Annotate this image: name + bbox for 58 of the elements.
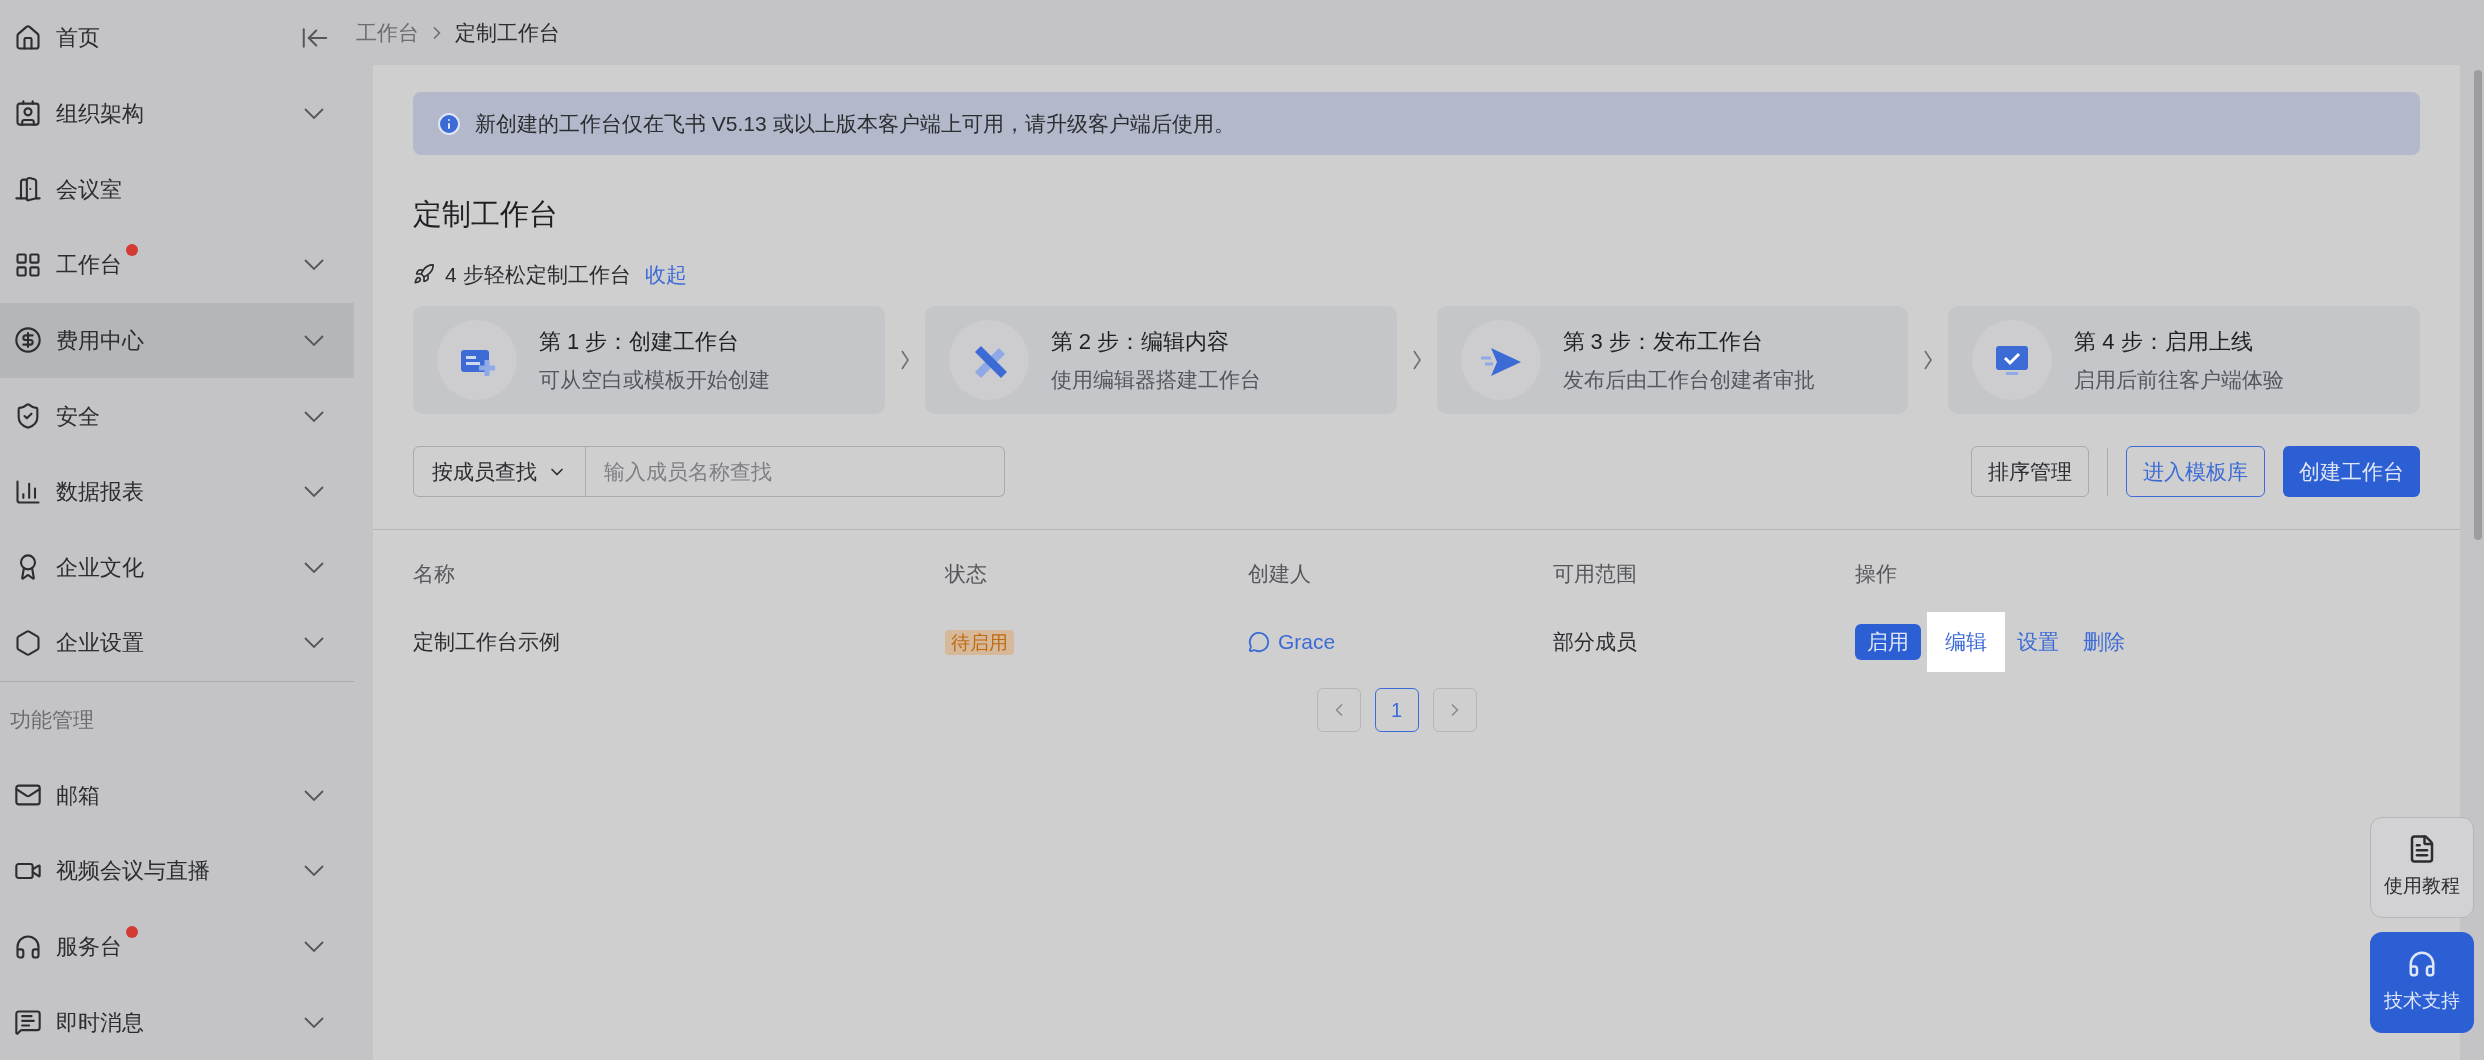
sidebar-item[interactable]: 视频会议与直播 (0, 833, 354, 909)
row-action[interactable]: 启用 (1855, 624, 1921, 660)
next-page-button[interactable] (1432, 688, 1477, 732)
filter-dropdown[interactable]: 按成员查找 (413, 446, 586, 497)
notice-text: 新创建的工作台仅在飞书 V5.13 或以上版本客户端上可用，请升级客户端后使用。 (475, 110, 1235, 137)
step-title: 第 4 步：启用上线 (2074, 327, 2254, 356)
hexagon-icon (14, 628, 42, 657)
sidebar-item[interactable]: 工作台 (0, 226, 354, 303)
table-cell-text: 定制工作台示例 (413, 629, 561, 656)
row-action[interactable]: 编辑 (1927, 612, 2005, 672)
sidebar-item[interactable]: 费用中心 (0, 302, 354, 379)
sidebar-item[interactable]: 企业设置 (0, 605, 354, 681)
grid-icon (14, 250, 42, 279)
table-cell-text: 部分成员 (1553, 629, 1638, 656)
toolbar-button[interactable]: 创建工作台 (2283, 446, 2420, 497)
column-header: 操作 (1855, 561, 1898, 588)
column-header: 状态 (945, 561, 988, 588)
breadcrumb-item: 定制工作台 (455, 19, 560, 46)
steps-heading: 4 步轻松定制工作台 (445, 261, 631, 288)
sidebar-item[interactable]: 即时消息 (0, 984, 354, 1060)
rocket-icon (413, 263, 435, 286)
column-header: 创建人 (1248, 561, 1312, 588)
home-icon (14, 23, 42, 52)
bar-chart-icon (14, 477, 42, 506)
status-badge: 待启用 (945, 630, 1014, 656)
sidebar-item[interactable]: 安全 (0, 378, 354, 454)
headset-icon (2407, 949, 2437, 980)
sidebar-item[interactable]: 邮箱 (0, 757, 354, 834)
step-title: 第 1 步：创建工作台 (539, 327, 741, 356)
info-icon (437, 111, 461, 136)
column-header: 可用范围 (1553, 561, 1638, 588)
contact-card-icon (14, 99, 42, 128)
chat-icon (14, 1008, 42, 1037)
dollar-circle-icon (14, 326, 42, 355)
headset-icon (14, 932, 42, 961)
sidebar-item[interactable]: 数据报表 (0, 453, 354, 530)
scrollbar[interactable] (2474, 70, 2482, 540)
step-title: 第 2 步：编辑内容 (1050, 327, 1231, 356)
chat-bubble-icon (1248, 631, 1270, 653)
step-description: 启用后前往客户端体验 (2074, 366, 2285, 393)
column-header: 名称 (413, 561, 456, 588)
search-field[interactable]: 输入成员名称查找 (586, 446, 1005, 497)
page-title: 定制工作台 (413, 197, 559, 232)
step-title: 第 3 步：发布工作台 (1562, 327, 1764, 356)
section-title: 功能管理 (9, 706, 95, 733)
toolbar-button[interactable]: 排序管理 (1971, 446, 2089, 497)
step-description: 发布后由工作台创建者审批 (1562, 366, 1815, 393)
step-description: 使用编辑器搭建工作台 (1050, 366, 1261, 393)
door-icon (14, 175, 42, 204)
sidebar-item[interactable]: 企业文化 (0, 529, 354, 606)
sidebar-item[interactable]: 会议室 (0, 151, 354, 227)
floating-help-button[interactable]: 使用教程 (2370, 817, 2474, 918)
step-description: 可从空白或模板开始创建 (539, 366, 770, 393)
sidebar-item[interactable]: 服务台 (0, 908, 354, 985)
sidebar-item[interactable]: 组织架构 (0, 75, 354, 152)
floating-help-button[interactable]: 技术支持 (2370, 932, 2474, 1033)
previous-page-button[interactable] (1316, 688, 1361, 732)
sidebar-item[interactable]: 首页 (0, 0, 354, 76)
